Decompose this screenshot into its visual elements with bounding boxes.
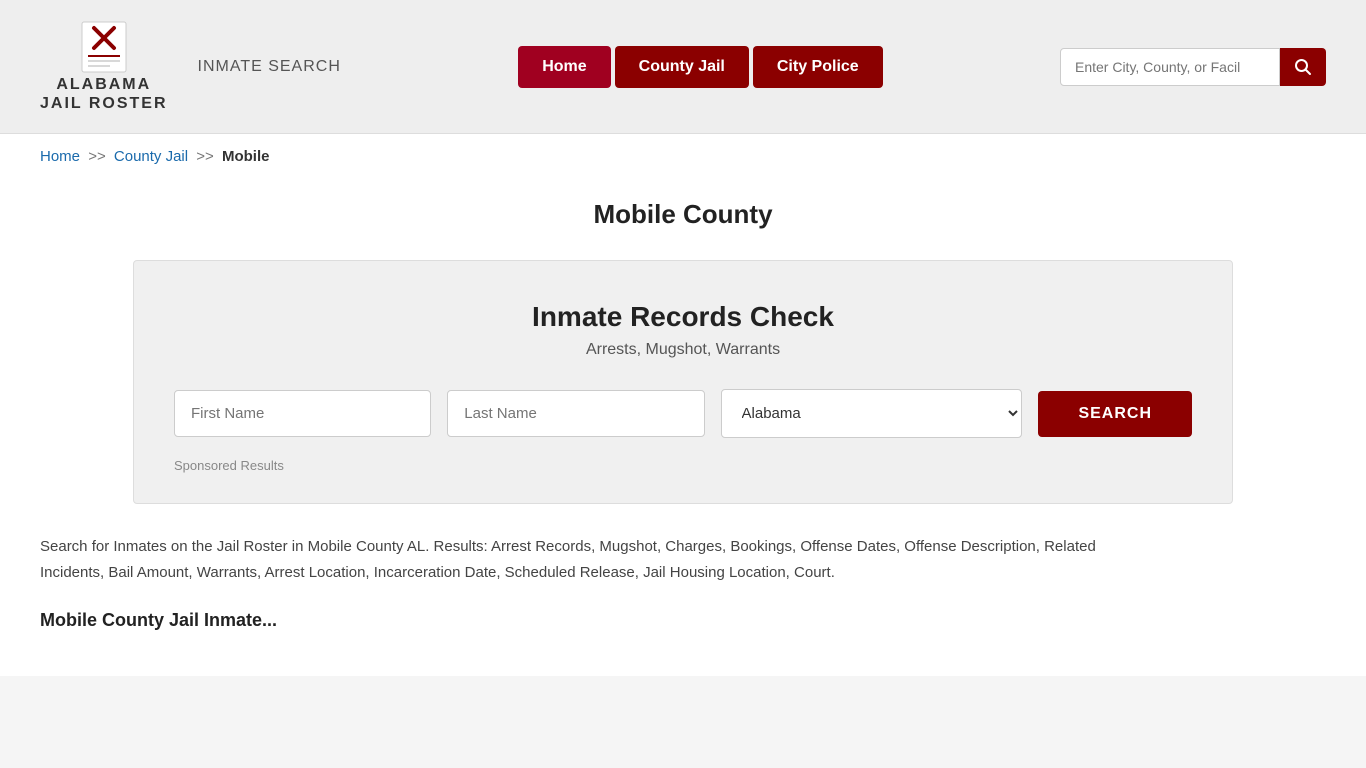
page-title: Mobile County bbox=[40, 199, 1326, 230]
description: Search for Inmates on the Jail Roster in… bbox=[40, 534, 1140, 636]
breadcrumb-county-jail-link[interactable]: County Jail bbox=[114, 148, 188, 165]
county-jail-nav-button[interactable]: County Jail bbox=[615, 46, 749, 88]
logo-text-jail-roster: JAIL ROSTER bbox=[40, 94, 168, 113]
search-submit-button[interactable]: SEARCH bbox=[1038, 391, 1192, 437]
sponsored-results-label: Sponsored Results bbox=[174, 458, 1192, 473]
description-text: Search for Inmates on the Jail Roster in… bbox=[40, 534, 1140, 585]
inmate-records-title: Inmate Records Check bbox=[174, 301, 1192, 333]
header-search-input[interactable] bbox=[1060, 48, 1280, 86]
breadcrumb: Home >> County Jail >> Mobile bbox=[0, 134, 1366, 179]
logo-text-alabama: ALABAMA bbox=[56, 75, 151, 94]
search-icon bbox=[1294, 58, 1312, 76]
description-subheading: Mobile County Jail Inmate... bbox=[40, 605, 1140, 636]
first-name-input[interactable] bbox=[174, 390, 431, 437]
main-content: Mobile County Inmate Records Check Arres… bbox=[0, 179, 1366, 676]
home-nav-button[interactable]: Home bbox=[518, 46, 610, 88]
city-police-nav-button[interactable]: City Police bbox=[753, 46, 883, 88]
header: ALABAMA JAIL ROSTER INMATE SEARCH Home C… bbox=[0, 0, 1366, 134]
inmate-records-subtitle: Arrests, Mugshot, Warrants bbox=[174, 341, 1192, 359]
header-left: ALABAMA JAIL ROSTER INMATE SEARCH bbox=[40, 20, 341, 113]
breadcrumb-separator-1: >> bbox=[88, 148, 106, 165]
search-fields: AlabamaAlaskaArizonaArkansasCaliforniaCo… bbox=[174, 389, 1192, 438]
breadcrumb-separator-2: >> bbox=[196, 148, 214, 165]
state-select[interactable]: AlabamaAlaskaArizonaArkansasCaliforniaCo… bbox=[721, 389, 1023, 438]
breadcrumb-current: Mobile bbox=[222, 148, 270, 165]
nav-buttons: Home County Jail City Police bbox=[518, 46, 883, 88]
inmate-search-label: INMATE SEARCH bbox=[198, 58, 341, 76]
header-search-button[interactable] bbox=[1280, 48, 1326, 86]
header-search-bar bbox=[1060, 48, 1326, 86]
logo-icon bbox=[74, 20, 134, 75]
logo-area: ALABAMA JAIL ROSTER bbox=[40, 20, 168, 113]
inmate-records-box: Inmate Records Check Arrests, Mugshot, W… bbox=[133, 260, 1233, 504]
breadcrumb-home-link[interactable]: Home bbox=[40, 148, 80, 165]
last-name-input[interactable] bbox=[447, 390, 704, 437]
